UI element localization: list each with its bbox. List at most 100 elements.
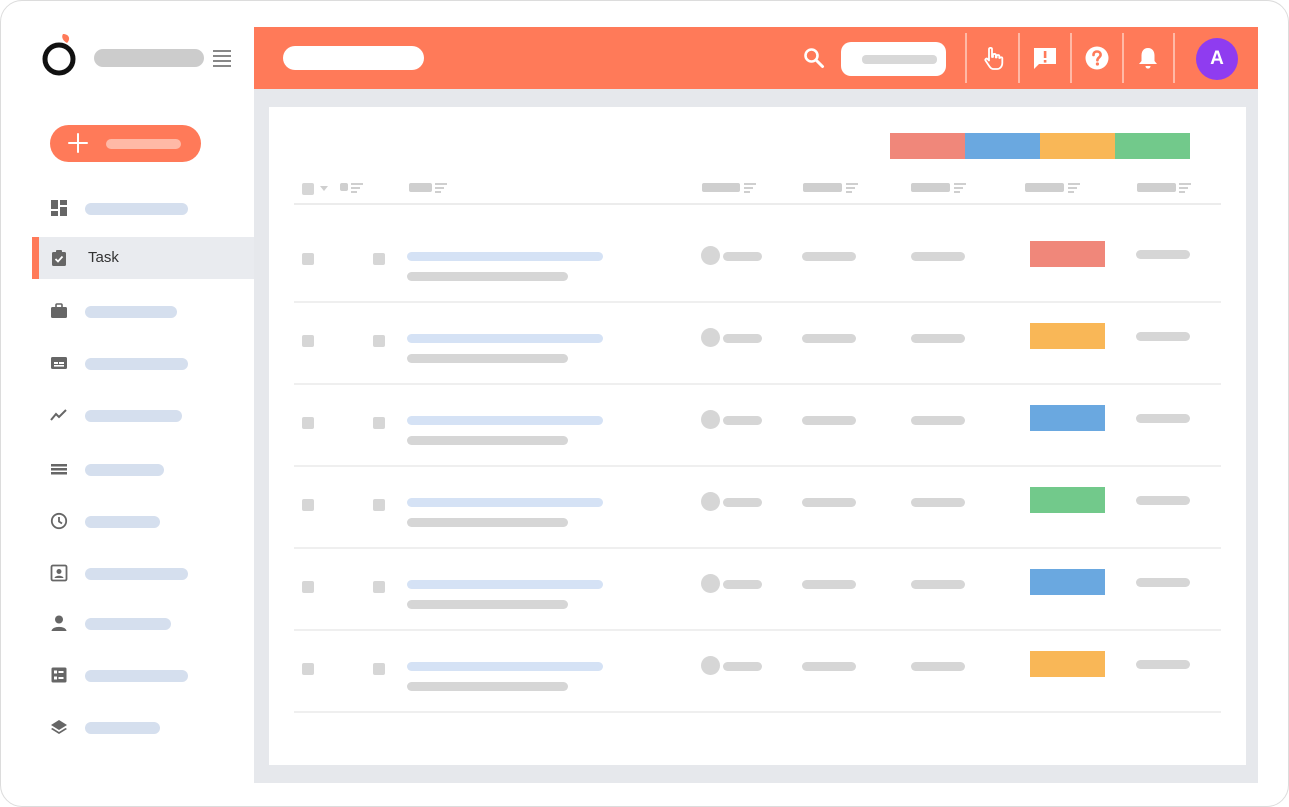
sort-icon[interactable]: [435, 183, 447, 193]
row-flag-checkbox[interactable]: [373, 253, 385, 265]
header-column-placeholder[interactable]: [911, 183, 950, 192]
chevron-down-icon[interactable]: [320, 186, 328, 192]
bell-icon[interactable]: [1135, 45, 1161, 71]
sidebar-item-form[interactable]: [32, 654, 254, 696]
user-avatar[interactable]: A: [1196, 38, 1238, 80]
legend-swatch: [890, 133, 965, 159]
header-column-placeholder[interactable]: [1137, 183, 1176, 192]
sidebar-item-clock[interactable]: [32, 500, 254, 542]
row-select-checkbox[interactable]: [302, 499, 314, 511]
cell-placeholder: [1136, 250, 1190, 259]
header-status-placeholder[interactable]: [1025, 183, 1064, 192]
task-subtitle-placeholder: [407, 682, 568, 691]
assignee-avatar: [701, 246, 720, 265]
row-select-checkbox[interactable]: [302, 663, 314, 675]
create-new-button[interactable]: [50, 125, 201, 162]
sidebar-item-label: Task: [88, 249, 119, 266]
task-title-placeholder[interactable]: [407, 580, 603, 589]
sidebar-item-list[interactable]: [32, 448, 254, 490]
row-select-checkbox[interactable]: [302, 253, 314, 265]
sort-icon[interactable]: [954, 183, 966, 193]
table-row[interactable]: [294, 467, 1221, 547]
status-badge[interactable]: [1030, 487, 1105, 513]
sidebar-item-label-placeholder: [85, 722, 160, 734]
cell-placeholder: [911, 662, 965, 671]
row-flag-checkbox[interactable]: [373, 581, 385, 593]
task-title-placeholder[interactable]: [407, 334, 603, 343]
status-badge[interactable]: [1030, 405, 1105, 431]
row-flag-checkbox[interactable]: [373, 417, 385, 429]
row-flag-checkbox[interactable]: [373, 499, 385, 511]
sidebar-item-dashboard[interactable]: [32, 187, 254, 229]
status-badge[interactable]: [1030, 323, 1105, 349]
select-all-checkbox[interactable]: [302, 183, 314, 195]
cell-placeholder: [802, 662, 856, 671]
separator: [965, 33, 967, 83]
hand-pointer-icon[interactable]: [980, 45, 1006, 71]
sidebar-item-contact-card[interactable]: [32, 552, 254, 594]
row-divider: [294, 711, 1221, 713]
task-title-placeholder[interactable]: [407, 252, 603, 261]
page-title-placeholder: [283, 46, 424, 70]
sidebar-item-trend-line[interactable]: [32, 394, 254, 436]
header-column-placeholder[interactable]: [803, 183, 842, 192]
sidebar-item-person[interactable]: [32, 602, 254, 644]
task-subtitle-placeholder: [407, 600, 568, 609]
sidebar-item-label-placeholder: [85, 203, 188, 215]
row-select-checkbox[interactable]: [302, 417, 314, 429]
row-select-checkbox[interactable]: [302, 581, 314, 593]
feedback-icon[interactable]: [1032, 45, 1058, 71]
hamburger-menu-icon[interactable]: [213, 50, 231, 67]
cell-placeholder: [1136, 496, 1190, 505]
sort-icon[interactable]: [1179, 183, 1191, 193]
row-select-checkbox[interactable]: [302, 335, 314, 347]
assignee-avatar: [701, 410, 720, 429]
status-legend: [890, 133, 1190, 159]
sidebar-item-label-placeholder: [85, 568, 188, 580]
assignee-avatar: [701, 328, 720, 347]
table-row[interactable]: [294, 221, 1221, 301]
cell-placeholder: [1136, 578, 1190, 587]
assignee-avatar: [701, 656, 720, 675]
sort-icon[interactable]: [846, 183, 858, 193]
status-badge[interactable]: [1030, 241, 1105, 267]
sidebar-item-briefcase[interactable]: [32, 290, 254, 332]
sidebar: Task: [1, 1, 254, 806]
sidebar-item-label-placeholder: [85, 464, 164, 476]
help-icon[interactable]: [1084, 45, 1110, 71]
sidebar-item-label-placeholder: [85, 358, 188, 370]
status-badge[interactable]: [1030, 651, 1105, 677]
assignee-name-placeholder: [723, 580, 762, 589]
table-row[interactable]: [294, 549, 1221, 629]
status-badge[interactable]: [1030, 569, 1105, 595]
table-row[interactable]: [294, 631, 1221, 711]
header-assignee-placeholder[interactable]: [702, 183, 740, 192]
layers-icon: [51, 720, 67, 734]
assignee-name-placeholder: [723, 252, 762, 261]
sidebar-item-layers[interactable]: [32, 706, 254, 748]
cell-placeholder: [911, 498, 965, 507]
cell-placeholder: [911, 334, 965, 343]
sort-icon[interactable]: [744, 183, 756, 193]
clock-icon: [50, 512, 68, 530]
search-input[interactable]: [841, 42, 946, 76]
task-title-placeholder[interactable]: [407, 662, 603, 671]
sidebar-item-label-placeholder: [85, 670, 188, 682]
row-flag-checkbox[interactable]: [373, 663, 385, 675]
sidebar-item-label-placeholder: [85, 410, 182, 422]
sort-icon[interactable]: [351, 183, 363, 193]
cell-placeholder: [802, 498, 856, 507]
cell-placeholder: [802, 580, 856, 589]
sidebar-item-task-clipboard[interactable]: Task: [32, 237, 254, 279]
header-title-placeholder[interactable]: [409, 183, 432, 192]
search-icon[interactable]: [803, 47, 825, 69]
table-row[interactable]: [294, 385, 1221, 465]
task-title-placeholder[interactable]: [407, 498, 603, 507]
task-title-placeholder[interactable]: [407, 416, 603, 425]
sort-icon[interactable]: [1068, 183, 1080, 193]
header-flag-placeholder: [340, 183, 348, 191]
sidebar-item-id-card[interactable]: [32, 342, 254, 384]
list-icon: [51, 464, 67, 475]
row-flag-checkbox[interactable]: [373, 335, 385, 347]
table-row[interactable]: [294, 303, 1221, 383]
